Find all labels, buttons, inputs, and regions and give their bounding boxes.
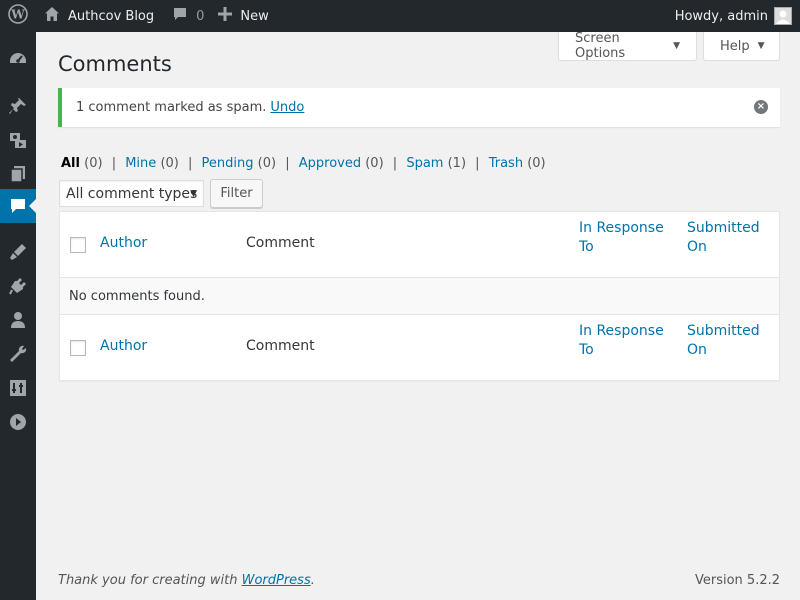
view-all-link[interactable]: All — [61, 156, 80, 171]
collapse-icon[interactable] — [0, 405, 36, 439]
submitted-on-column-header[interactable]: Submitted On — [687, 322, 767, 360]
footer-thanks-text: Thank you for creating with — [58, 573, 238, 588]
separator: | — [475, 156, 480, 171]
spam-notice: 1 comment marked as spam. Undo × — [58, 88, 780, 127]
wordpress-link[interactable]: WordPress — [242, 573, 311, 588]
table-header: Author Comment In Response To Submitted … — [60, 212, 779, 278]
submitted-on-column-header[interactable]: Submitted On — [687, 219, 767, 257]
media-icon[interactable] — [0, 123, 36, 157]
pages-icon[interactable] — [0, 157, 36, 191]
site-name: Authcov Blog — [68, 8, 155, 24]
in-response-to-column-header[interactable]: In Response To — [579, 219, 669, 257]
comment-column-header: Comment — [246, 235, 315, 251]
howdy-text: Howdy, admin — [674, 8, 768, 24]
view-all-count: (0) — [84, 156, 103, 171]
plugins-icon[interactable] — [0, 269, 36, 303]
new-content-menu[interactable]: New — [214, 0, 276, 32]
author-column-header[interactable]: Author — [100, 234, 147, 253]
tools-icon[interactable] — [0, 337, 36, 371]
no-items-row: No comments found. — [60, 278, 779, 314]
separator: | — [285, 156, 290, 171]
screen-options-label: Screen Options — [575, 31, 626, 61]
separator: | — [188, 156, 193, 171]
table-footer: Author Comment In Response To Submitted … — [60, 314, 779, 380]
appearance-icon[interactable] — [0, 235, 36, 269]
screen-options-button[interactable]: Screen Options ▼ — [558, 31, 697, 61]
help-button[interactable]: Help ▼ — [703, 32, 780, 61]
view-pending-count: (0) — [257, 156, 277, 171]
settings-icon[interactable] — [0, 371, 36, 405]
footer-version: Version 5.2.2 — [694, 573, 780, 588]
select-all-checkbox[interactable] — [70, 340, 86, 356]
comments-count: 0 — [196, 8, 205, 24]
author-column-header[interactable]: Author — [100, 337, 147, 356]
users-icon[interactable] — [0, 303, 36, 337]
caret-down-icon: ▼ — [757, 41, 765, 51]
account-menu[interactable]: Howdy, admin — [675, 0, 792, 32]
footer-period: . — [310, 573, 315, 588]
admin-bar: W Authcov Blog 0 New Howdy, admin — [0, 0, 800, 32]
site-name-menu[interactable]: Authcov Blog — [36, 0, 162, 32]
separator: | — [111, 156, 117, 171]
comment-type-value: All comment types — [66, 185, 198, 202]
in-response-to-column-header[interactable]: In Response To — [579, 322, 669, 360]
comment-bubble-icon — [172, 6, 196, 26]
wordpress-icon: W — [8, 4, 28, 28]
view-spam-link[interactable]: Spam — [406, 156, 443, 171]
view-trash-count: (0) — [527, 156, 546, 171]
view-pending-link[interactable]: Pending — [202, 156, 254, 171]
page-title: Comments — [58, 52, 172, 76]
wordpress-logo-menu[interactable]: W — [0, 0, 36, 32]
comment-type-select[interactable]: All comment types ▼ — [59, 180, 204, 207]
comment-column-header: Comment — [246, 338, 315, 354]
comment-status-filter: All (0) | Mine (0) | Pending (0) | Appro… — [61, 156, 546, 171]
svg-text:W: W — [10, 8, 25, 22]
caret-down-icon: ▼ — [190, 188, 197, 199]
view-mine-link[interactable]: Mine — [125, 156, 156, 171]
filter-button[interactable]: Filter — [210, 179, 263, 208]
home-icon — [44, 6, 68, 26]
select-all-checkbox[interactable] — [70, 237, 86, 253]
comments-icon[interactable] — [0, 189, 36, 223]
posts-icon[interactable] — [0, 89, 36, 123]
footer-thankyou: Thank you for creating with WordPress. — [58, 573, 315, 588]
caret-down-icon: ▼ — [673, 41, 680, 51]
help-label: Help — [720, 38, 750, 54]
comments-table: Author Comment In Response To Submitted … — [59, 211, 780, 381]
view-mine-count: (0) — [160, 156, 179, 171]
dismiss-icon[interactable]: × — [754, 100, 768, 114]
plus-icon — [218, 7, 240, 25]
separator: | — [392, 156, 398, 171]
view-approved-link[interactable]: Approved — [299, 156, 361, 171]
admin-menu — [0, 32, 36, 600]
avatar — [774, 7, 792, 25]
view-spam-count: (1) — [447, 156, 467, 171]
view-trash-link[interactable]: Trash — [489, 156, 523, 171]
notice-message: 1 comment marked as spam. — [76, 100, 267, 115]
comments-menu[interactable]: 0 — [162, 0, 214, 32]
new-label: New — [240, 8, 269, 24]
view-approved-count: (0) — [365, 156, 384, 171]
dashboard-icon[interactable] — [0, 43, 36, 77]
undo-link[interactable]: Undo — [270, 100, 304, 115]
